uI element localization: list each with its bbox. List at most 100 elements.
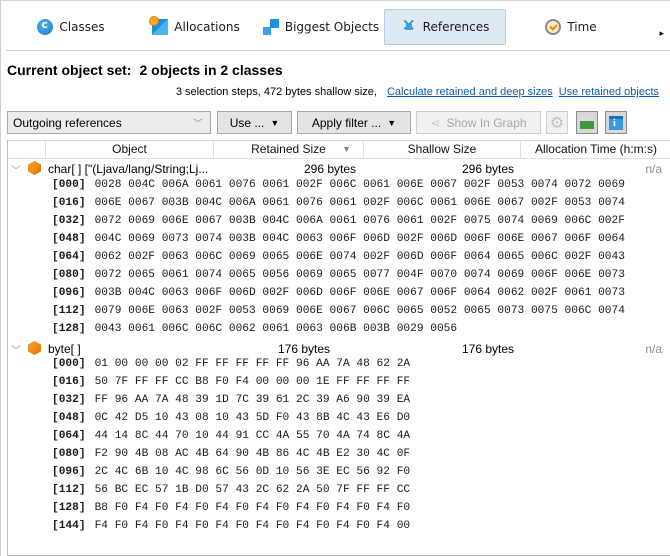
collapse-icon[interactable]: ﹀ — [11, 342, 21, 357]
use-button[interactable]: Use ... ▼ — [217, 111, 292, 134]
table-row[interactable]: ﹀ byte[ ] 176 bytes 176 bytes n/a — [8, 340, 668, 358]
array-data-line: [080] F2 90 4B 08 AC 4B 64 90 4B 86 4C 4B… — [52, 448, 410, 466]
array-data-line: [032] 0072 0069 006E 0067 003B 004C 006A … — [52, 215, 625, 233]
retained-size: 176 bytes — [278, 342, 331, 356]
dropdown-arrow-icon: ▼ — [270, 117, 280, 128]
array-index: [000] — [52, 179, 86, 191]
array-index: [128] — [52, 502, 86, 514]
classes-icon — [37, 18, 54, 35]
summary-text: 3 selection steps, 472 bytes shallow siz… — [175, 86, 377, 98]
table-header: Object Retained Size ▼ Shallow Size Allo… — [8, 141, 670, 159]
tab-label: Classes — [59, 20, 105, 34]
show-in-graph-button[interactable]: ⋖ Show In Graph — [416, 111, 541, 134]
array-data-line: [096] 003B 004C 0063 006F 006D 002F 006D … — [52, 287, 625, 305]
chevron-down-icon: ﹀ — [193, 119, 203, 130]
tab-references[interactable]: References — [384, 9, 506, 45]
array-data-line: [064] 0062 002F 0063 006C 0069 0065 006E … — [52, 251, 625, 269]
array-index: [096] — [52, 287, 86, 299]
allocations-icon — [149, 16, 169, 35]
column-header-retained-size[interactable]: Retained Size ▼ — [214, 141, 364, 159]
array-data-line: [096] 2C 4C 6B 10 4C 98 6C 56 0D 10 56 3E… — [52, 466, 410, 484]
settings-button[interactable]: ⚙ — [546, 111, 568, 134]
heading-value: 2 objects in 2 classes — [139, 62, 283, 78]
array-data-line: [112] 56 BC EC 57 1B D0 57 43 2C 62 2A 50… — [52, 484, 410, 502]
table-row[interactable]: ﹀ char[ ] ["(Ljava/lang/String;Lj... 296… — [8, 160, 668, 178]
tab-label: References — [422, 20, 490, 34]
array-values: B8 F0 F4 F0 F4 F0 F4 F0 F4 F0 F4 F0 F4 F… — [94, 502, 411, 514]
array-data-line: [000] 01 00 00 00 02 FF FF FF FF FF 96 AA… — [52, 358, 410, 376]
object-icon — [28, 161, 41, 175]
heading-label: Current object set: — [7, 62, 132, 78]
column-header-allocation-time[interactable]: Allocation Time (h:m:s) — [521, 141, 670, 159]
calculate-retained-link[interactable]: Calculate retained and deep sizes — [387, 86, 553, 98]
references-icon — [401, 16, 417, 36]
tab-biggest-objects[interactable]: Biggest Objects — [261, 9, 381, 45]
screenshot-icon — [580, 116, 594, 129]
array-data-line: [064] 44 14 8C 44 70 10 44 91 CC 4A 55 70… — [52, 430, 410, 448]
array-values: F4 F0 F4 F0 F4 F0 F4 F0 F4 F0 F4 F0 F4 F… — [94, 520, 411, 532]
view-tabs: Classes Allocations Biggest Objects Refe… — [6, 9, 670, 46]
retained-size: 296 bytes — [304, 162, 357, 176]
tab-label: Time — [567, 20, 597, 34]
array-values: 0079 006E 0063 002F 0053 0069 006E 0067 … — [94, 305, 625, 317]
references-table: Object Retained Size ▼ Shallow Size Allo… — [7, 140, 670, 556]
reference-view-value: Outgoing references — [13, 116, 122, 130]
object-icon — [28, 341, 41, 355]
column-header-expand — [8, 141, 46, 159]
array-index: [112] — [52, 305, 86, 317]
graph-icon: ⋖ — [430, 115, 441, 130]
gear-icon: ⚙ — [549, 113, 565, 132]
clock-icon — [545, 19, 562, 35]
apply-filter-button[interactable]: Apply filter ... ▼ — [297, 111, 411, 134]
apply-filter-label: Apply filter ... — [311, 115, 382, 130]
array-values: 0C 42 D5 10 43 08 10 43 5D F0 43 8B 4C 4… — [94, 412, 411, 424]
column-header-object[interactable]: Object — [46, 141, 214, 159]
array-index: [048] — [52, 412, 86, 424]
collapse-icon[interactable]: ﹀ — [11, 162, 21, 177]
array-values: FF 96 AA 7A 48 39 1D 7C 39 61 2C 39 A6 9… — [94, 394, 411, 406]
array-data-line: [112] 0079 006E 0063 002F 0053 0069 006E … — [52, 305, 625, 323]
array-data-line: [016] 006E 0067 003B 004C 006A 0061 0076 … — [52, 197, 625, 215]
array-index: [016] — [52, 376, 86, 388]
array-values: 44 14 8C 44 70 10 44 91 CC 4A 55 70 4A 7… — [94, 430, 411, 442]
column-label: Retained Size — [251, 142, 326, 156]
use-retained-objects-link[interactable]: Use retained objects — [559, 86, 659, 98]
array-data-line: [048] 004C 0069 0073 0074 003B 004C 0063 … — [52, 233, 625, 251]
more-tabs-arrow-icon[interactable]: ▸ — [659, 29, 664, 39]
array-values: 0072 0065 0061 0074 0065 0056 0069 0065 … — [94, 269, 625, 281]
object-name: byte[ ] — [48, 342, 81, 356]
array-index: [064] — [52, 251, 86, 263]
reference-view-select[interactable]: Outgoing references ﹀ — [7, 111, 211, 134]
array-data-line: [080] 0072 0065 0061 0074 0065 0056 0069 … — [52, 269, 625, 287]
array-data-line: [144] F4 F0 F4 F0 F4 F0 F4 F0 F4 F0 F4 F0… — [52, 520, 410, 538]
array-values: 0028 004C 006A 0061 0076 0061 002F 006C … — [94, 179, 625, 191]
array-data-line: [128] 0043 0061 006C 006C 0062 0061 0063 … — [52, 323, 457, 341]
array-data-line: [128] B8 F0 F4 F0 F4 F0 F4 F0 F4 F0 F4 F0… — [52, 502, 410, 520]
object-set-heading: Current object set: 2 objects in 2 classe… — [7, 62, 283, 78]
array-values: 56 BC EC 57 1B D0 57 43 2C 62 2A 50 7F F… — [94, 484, 411, 496]
biggest-objects-icon — [262, 19, 279, 35]
tab-allocations[interactable]: Allocations — [146, 9, 246, 45]
array-index: [096] — [52, 466, 86, 478]
column-header-shallow-size[interactable]: Shallow Size — [364, 141, 521, 159]
array-index: [048] — [52, 233, 86, 245]
screenshot-button[interactable] — [576, 111, 598, 134]
array-index: [144] — [52, 520, 86, 532]
shallow-size: 176 bytes — [462, 342, 515, 356]
show-in-graph-label: Show In Graph — [446, 115, 527, 130]
sort-descending-icon: ▼ — [342, 144, 351, 154]
allocation-time: n/a — [645, 342, 662, 356]
tab-label: Allocations — [174, 20, 240, 34]
array-index: [032] — [52, 394, 86, 406]
shallow-size: 296 bytes — [462, 162, 515, 176]
info-button[interactable] — [605, 111, 627, 134]
array-values: 01 00 00 00 02 FF FF FF FF FF 96 AA 7A 4… — [94, 358, 411, 370]
array-index: [128] — [52, 323, 86, 335]
array-index: [016] — [52, 197, 86, 209]
tab-time[interactable]: Time — [536, 9, 606, 45]
array-data-line: [032] FF 96 AA 7A 48 39 1D 7C 39 61 2C 39… — [52, 394, 410, 412]
dropdown-arrow-icon: ▼ — [387, 117, 397, 128]
array-values: 0043 0061 006C 006C 0062 0061 0063 006B … — [94, 323, 458, 335]
tab-classes[interactable]: Classes — [26, 9, 116, 45]
array-index: [112] — [52, 484, 86, 496]
